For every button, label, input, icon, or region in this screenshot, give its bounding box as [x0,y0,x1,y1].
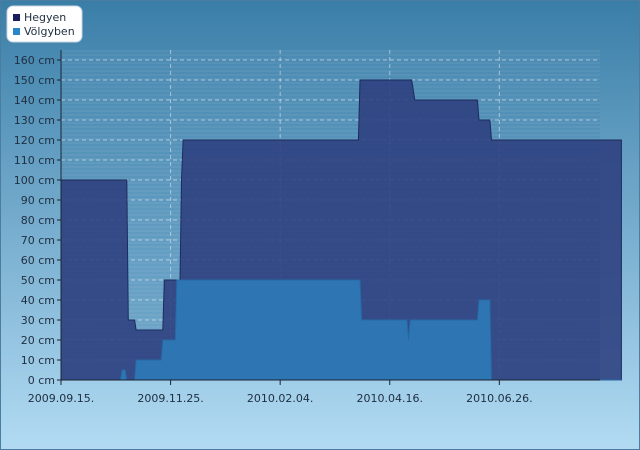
y-tick-labels: 0 cm 10 cm 20 cm 30 cm 40 cm 50 cm 60 cm 70 cm 8… [14,54,55,387]
plot-band [61,66,600,68]
y-tick-label: 140 cm [14,94,55,107]
plot-band [61,110,600,112]
y-tick-label: 50 cm [21,274,55,287]
y-tick-label: 20 cm [21,334,55,347]
plot-band [61,134,600,136]
y-tick-label: 160 cm [14,54,55,67]
plot-band [61,62,600,64]
plot-band [61,90,600,92]
x-tick-label: 2009.09.15. [28,392,94,405]
plot-band [61,130,600,132]
legend: HegyenVölgyben [6,5,83,43]
y-tick-label: 70 cm [21,234,55,247]
plot-band [61,126,600,128]
x-tick-label: 2010.06.26. [466,392,532,405]
plot-band [61,70,600,72]
y-tick-label: 80 cm [21,214,55,227]
x-tick-label: 2010.02.04. [247,392,313,405]
x-tick-label: 2010.04.16. [357,392,423,405]
chart-svg: 0 cm 10 cm 20 cm 30 cm 40 cm 50 cm 60 cm 70 cm 8… [0,0,640,450]
legend-swatch [13,28,20,35]
plot-band [61,82,600,84]
plot-band [61,106,600,108]
plot-band [61,86,600,88]
y-tick-label: 150 cm [14,74,55,87]
y-tick-label: 120 cm [14,134,55,147]
plot-band [61,74,600,76]
y-tick-label: 10 cm [21,354,55,367]
plot-band [61,50,600,52]
plot-band [61,94,600,96]
y-tick-label: 60 cm [21,254,55,267]
plot-band [61,114,600,116]
plot-band [61,122,600,124]
plot-band [61,102,600,104]
legend-swatch [13,14,20,21]
y-tick-label: 100 cm [14,174,55,187]
legend-label: Hegyen [24,11,66,24]
x-tick-label: 2009.11.25. [137,392,203,405]
y-tick-label: 0 cm [28,374,55,387]
y-tick-label: 110 cm [14,154,55,167]
y-tick-label: 40 cm [21,294,55,307]
plot-band [61,54,600,56]
chart-frame: 0 cm 10 cm 20 cm 30 cm 40 cm 50 cm 60 cm 70 cm 8… [0,0,640,450]
y-tick-label: 30 cm [21,314,55,327]
legend-label: Völgyben [24,25,75,38]
y-tick-label: 130 cm [14,114,55,127]
y-tick-label: 90 cm [21,194,55,207]
